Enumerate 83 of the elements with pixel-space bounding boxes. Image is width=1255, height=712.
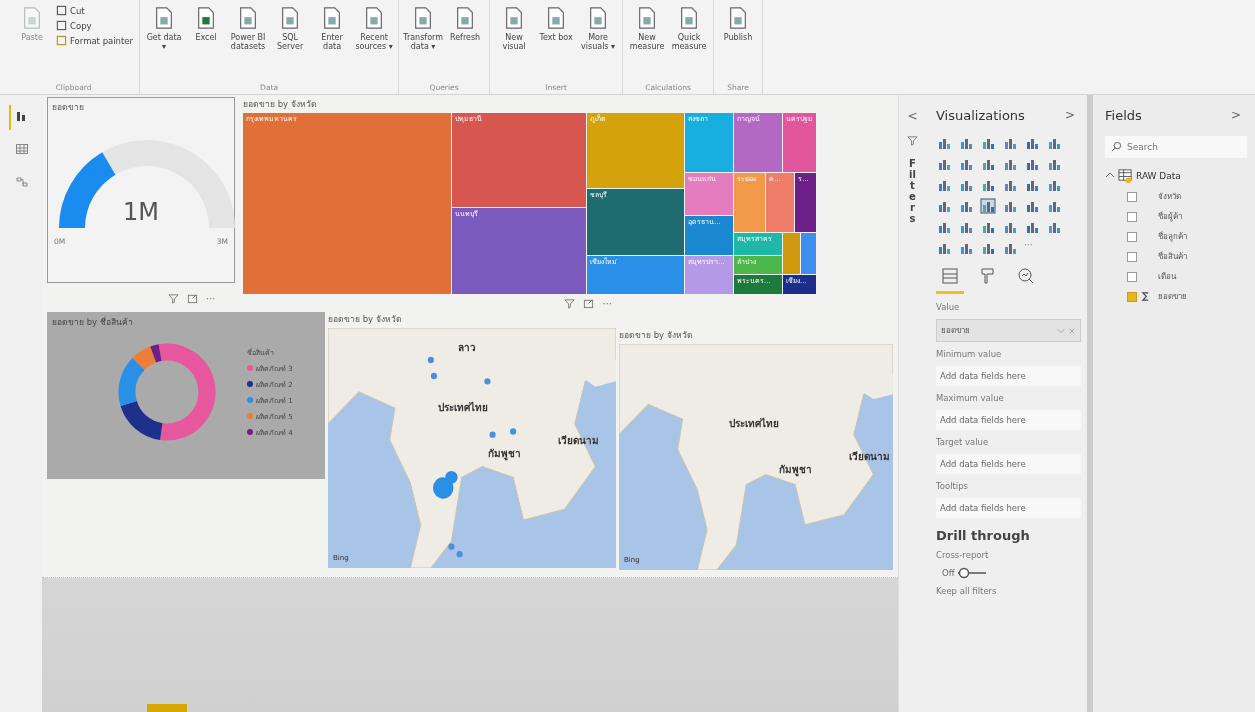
document-icon [21,6,43,30]
section-title: Drill through [936,528,1031,543]
ribbon-button[interactable]: Recent sources ▾ [354,4,395,54]
well-label: Target value [936,437,990,447]
focus-mode-icon[interactable] [583,297,595,309]
toggle-switch[interactable] [956,567,987,579]
model-diagram-icon [15,175,29,189]
treemap-tile[interactable] [783,233,800,274]
drop-field[interactable]: Add data fields here [936,366,1081,386]
gauge-value: 1M [122,198,160,226]
more-options-button[interactable]: ··· [602,297,612,309]
collapse-button[interactable]: < [907,109,918,123]
field-name[interactable]: ชื่อผู้ค้า [1158,210,1182,223]
drop-field[interactable]: Add data fields here [936,454,1081,474]
well-label: Maximum value [936,393,1005,403]
map-label: ประเทศไทย [729,416,779,431]
map-label: ลาว [458,341,476,355]
visual-title: ยอดขาย [52,101,85,114]
drop-field[interactable]: Add data fields here [936,410,1081,430]
map-label: กัมพูชา [488,447,521,461]
ribbon-button[interactable]: Quick measure [669,4,710,54]
field-checkbox[interactable] [1127,291,1137,302]
visual-title: ยอดขาย by จังหวัด [328,313,403,326]
ribbon-button[interactable]: SQL Server [270,4,311,54]
visual-title: ยอดขาย by ชื่อสินค้า [52,315,134,329]
ribbon-button[interactable]: Transform data ▾ [403,4,444,54]
expand-button[interactable]: > [1058,107,1081,123]
tool-icon [56,5,67,16]
well-label: Tooltips [936,481,970,491]
tool-icon [56,20,67,31]
visual-type-icon[interactable] [980,198,996,214]
filter-icon[interactable] [168,293,179,304]
field-name[interactable]: ชื่อลูกค้า [1158,230,1187,243]
treemap-tile[interactable] [801,233,816,274]
field-checkbox[interactable] [1127,271,1137,282]
field-checkbox[interactable] [1127,211,1137,222]
option-label: Cross-report [936,550,990,560]
field-name[interactable]: จังหวัด [1158,190,1181,203]
field-name[interactable]: ยอดขาย [1158,290,1187,303]
ribbon-button[interactable]: New visual [494,4,535,54]
map-label: เวียดนาม [558,434,599,448]
pane-title: Visualizations [936,107,1025,123]
ribbon-button[interactable]: New measure [627,4,668,54]
field-checkbox[interactable] [1127,191,1137,202]
ribbon-button[interactable]: Enter data [312,4,353,54]
ribbon-button[interactable]: Publish [718,4,759,45]
well-label: Minimum value [936,349,1003,359]
fields-list-icon [940,266,960,286]
filter-icon [907,135,918,146]
search-field[interactable]: Search [1105,136,1247,158]
ribbon-button[interactable]: Text box [536,4,577,45]
toggle-label: Off [942,568,955,578]
ribbon-button[interactable]: Refresh [445,4,486,45]
map-label: เวียดนาม [849,450,890,464]
map-label: กัมพูชา [779,463,812,477]
field-name[interactable]: เดือน [1158,270,1176,283]
table-name[interactable]: RAW Data [1136,170,1181,181]
filters-label[interactable]: Filters [907,158,918,224]
ribbon-button[interactable]: More visuals ▾ [578,4,619,54]
ribbon-button[interactable]: Excel [186,4,227,45]
ribbon-button[interactable]: Format painter [54,34,136,47]
table-icon [1118,168,1133,183]
well-label: Value [936,302,961,312]
table-grid-icon [15,142,29,156]
pane-title: Fields [1105,107,1142,123]
ribbon-button[interactable]: Power BI datasets [228,4,269,54]
expand-button[interactable]: > [1224,107,1247,123]
more-options-button[interactable]: ··· [206,293,216,304]
option-label: Keep all filters [936,586,998,596]
visual-title: ยอดขาย by จังหวัด [243,98,318,111]
tool-icon [56,35,67,46]
field-checkbox[interactable] [1127,251,1137,262]
ribbon-button[interactable]: Get data ▾ [144,4,185,54]
filter-icon[interactable] [564,297,576,309]
map-label: ประเทศไทย [438,400,488,415]
drop-field[interactable]: Add data fields here [936,498,1081,518]
ribbon-button[interactable]: Cut [54,4,136,17]
ribbon-button[interactable]: Copy [54,19,136,32]
field-name[interactable]: ชื่อสินค้า [1158,250,1187,263]
field-checkbox[interactable] [1127,231,1137,242]
visual-title: ยอดขาย by จังหวัด [619,329,694,342]
magnifier-chart-icon [1016,266,1036,286]
focus-mode-icon[interactable] [187,293,198,304]
